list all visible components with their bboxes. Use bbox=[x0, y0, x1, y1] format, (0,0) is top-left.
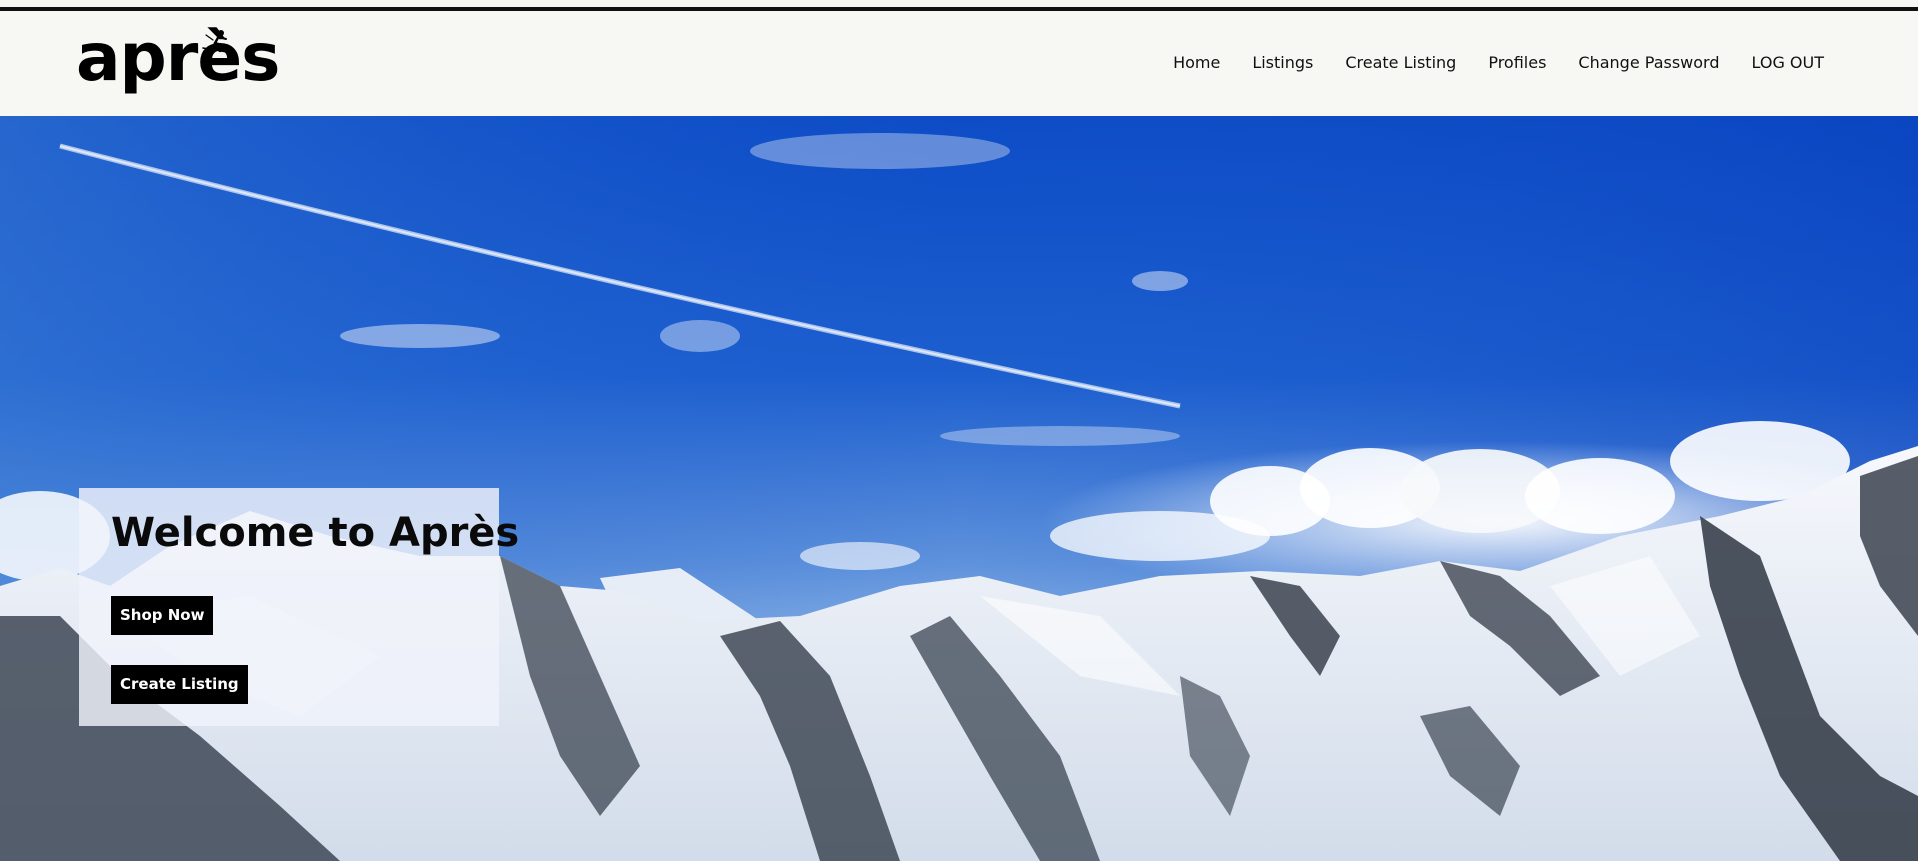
site-header: après Home Listings Create Listing Profi… bbox=[0, 11, 1918, 116]
nav-listings[interactable]: Listings bbox=[1252, 53, 1313, 72]
welcome-card: Welcome to Après Shop Now Create Listing bbox=[79, 488, 519, 726]
logo[interactable]: après bbox=[76, 25, 280, 91]
nav-home[interactable]: Home bbox=[1173, 53, 1220, 72]
nav-create-listing[interactable]: Create Listing bbox=[1345, 53, 1456, 72]
create-listing-button[interactable]: Create Listing bbox=[111, 665, 248, 704]
hero-banner: Welcome to Après Shop Now Create Listing bbox=[0, 116, 1918, 861]
main-nav: Home Listings Create Listing Profiles Ch… bbox=[1141, 53, 1824, 72]
shop-now-button[interactable]: Shop Now bbox=[111, 596, 214, 635]
nav-profiles[interactable]: Profiles bbox=[1488, 53, 1546, 72]
skier-icon bbox=[202, 30, 234, 54]
nav-log-out[interactable]: LOG OUT bbox=[1752, 53, 1825, 72]
welcome-heading: Welcome to Après bbox=[111, 510, 520, 556]
nav-change-password[interactable]: Change Password bbox=[1578, 53, 1719, 72]
